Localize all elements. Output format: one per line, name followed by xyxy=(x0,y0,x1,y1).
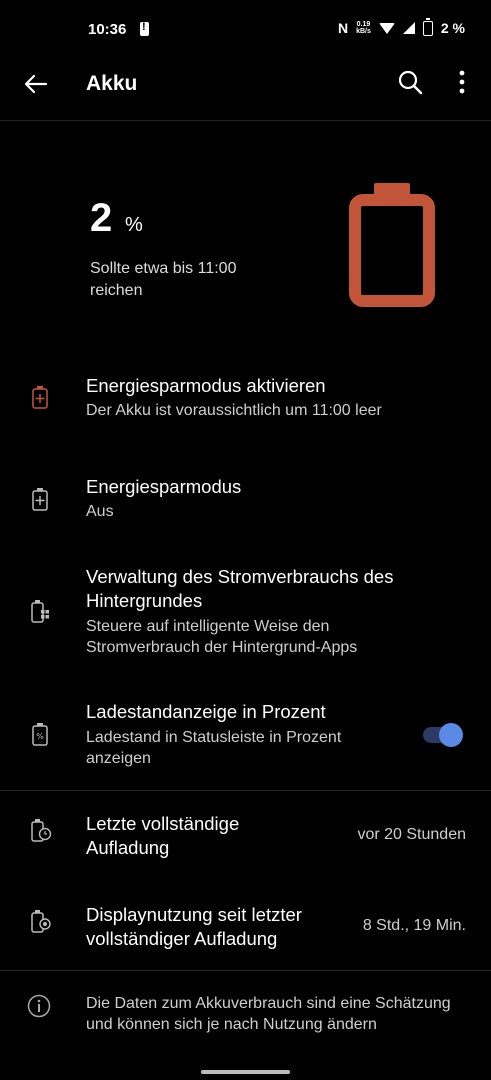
stat-title: Displaynutzung seit letzter vollständige… xyxy=(86,904,302,949)
info-text: Die Daten zum Akkuverbrauch sind eine Sc… xyxy=(86,995,451,1033)
item-title: Energiesparmodus xyxy=(86,476,242,497)
stat-last-full-charge: Letzte vollständige Aufladung vor 20 Stu… xyxy=(0,812,491,872)
item-title: Energiesparmodus aktivieren xyxy=(86,375,326,396)
battery-percent-value: 2 xyxy=(90,196,113,240)
item-title: Verwaltung des Stromverbrauchs des Hinte… xyxy=(86,566,394,611)
stat-value: vor 20 Stunden xyxy=(357,826,466,843)
stat-screen-usage: Displaynutzung seit letzter vollständige… xyxy=(0,903,491,963)
battery-usage-info: Die Daten zum Akkuverbrauch sind eine Sc… xyxy=(0,990,491,1060)
item-subtitle: Ladestand in Statusleiste in Prozent anz… xyxy=(86,729,342,767)
status-battery-icon xyxy=(422,17,433,36)
battery-screen-icon xyxy=(31,910,51,933)
network-speed: 0.19 kB/s xyxy=(356,21,371,35)
toggle-thumb xyxy=(439,723,463,747)
status-time: 10:36 xyxy=(88,21,127,38)
back-arrow-icon[interactable] xyxy=(20,68,52,100)
gesture-nav-handle[interactable] xyxy=(201,1070,290,1074)
network-speed-unit: kB/s xyxy=(356,28,371,35)
item-subtitle: Steuere auf intelligente Weise den Strom… xyxy=(86,618,358,656)
divider xyxy=(0,970,491,971)
battery-plus-icon xyxy=(32,386,48,409)
list-item-battery-percentage[interactable]: % Ladestandanzeige in Prozent Ladestand … xyxy=(0,700,491,775)
status-icons: N 0.19 kB/s 2 % xyxy=(337,17,465,36)
search-icon[interactable] xyxy=(396,68,424,96)
info-icon xyxy=(27,994,51,1018)
stat-title: Letzte vollständige Aufladung xyxy=(86,813,240,858)
more-options-icon[interactable] xyxy=(452,68,472,98)
item-title: Ladestandanzeige in Prozent xyxy=(86,701,326,722)
nfc-icon: N xyxy=(337,20,349,36)
battery-clock-icon xyxy=(31,819,52,842)
battery-summary: 2 % Sollte etwa bis 11:00 reichen xyxy=(0,120,491,350)
item-subtitle: Der Akku ist voraussichtlich um 11:00 le… xyxy=(86,402,382,419)
list-item-battery-saver-activate[interactable]: Energiesparmodus aktivieren Der Akku ist… xyxy=(0,370,491,440)
item-subtitle: Aus xyxy=(86,503,114,520)
page-title: Akku xyxy=(86,72,138,95)
battery-percent-icon: % xyxy=(32,723,48,746)
app-bar: Akku xyxy=(0,60,491,121)
battery-percentage-toggle[interactable] xyxy=(421,723,463,747)
list-item-battery-saver[interactable]: Energiesparmodus Aus xyxy=(0,472,491,532)
battery-estimate: Sollte etwa bis 11:00 reichen xyxy=(90,260,237,299)
battery-alert-icon xyxy=(140,21,149,36)
list-item-background-power[interactable]: Verwaltung des Stromverbrauchs des Hinte… xyxy=(0,563,491,673)
svg-text:%: % xyxy=(36,732,44,741)
stat-value: 8 Std., 19 Min. xyxy=(362,917,466,934)
wifi-icon xyxy=(378,22,395,34)
battery-apps-icon xyxy=(31,600,49,623)
status-bar: 10:36 N 0.19 kB/s 2 % xyxy=(0,0,491,60)
status-battery-percent: 2 % xyxy=(440,20,465,36)
large-battery-icon xyxy=(349,183,435,307)
battery-percent-sign: % xyxy=(125,214,143,236)
battery-saver-icon xyxy=(32,488,48,511)
signal-icon xyxy=(402,22,415,34)
network-speed-value: 0.19 xyxy=(356,21,371,28)
divider xyxy=(0,790,491,791)
